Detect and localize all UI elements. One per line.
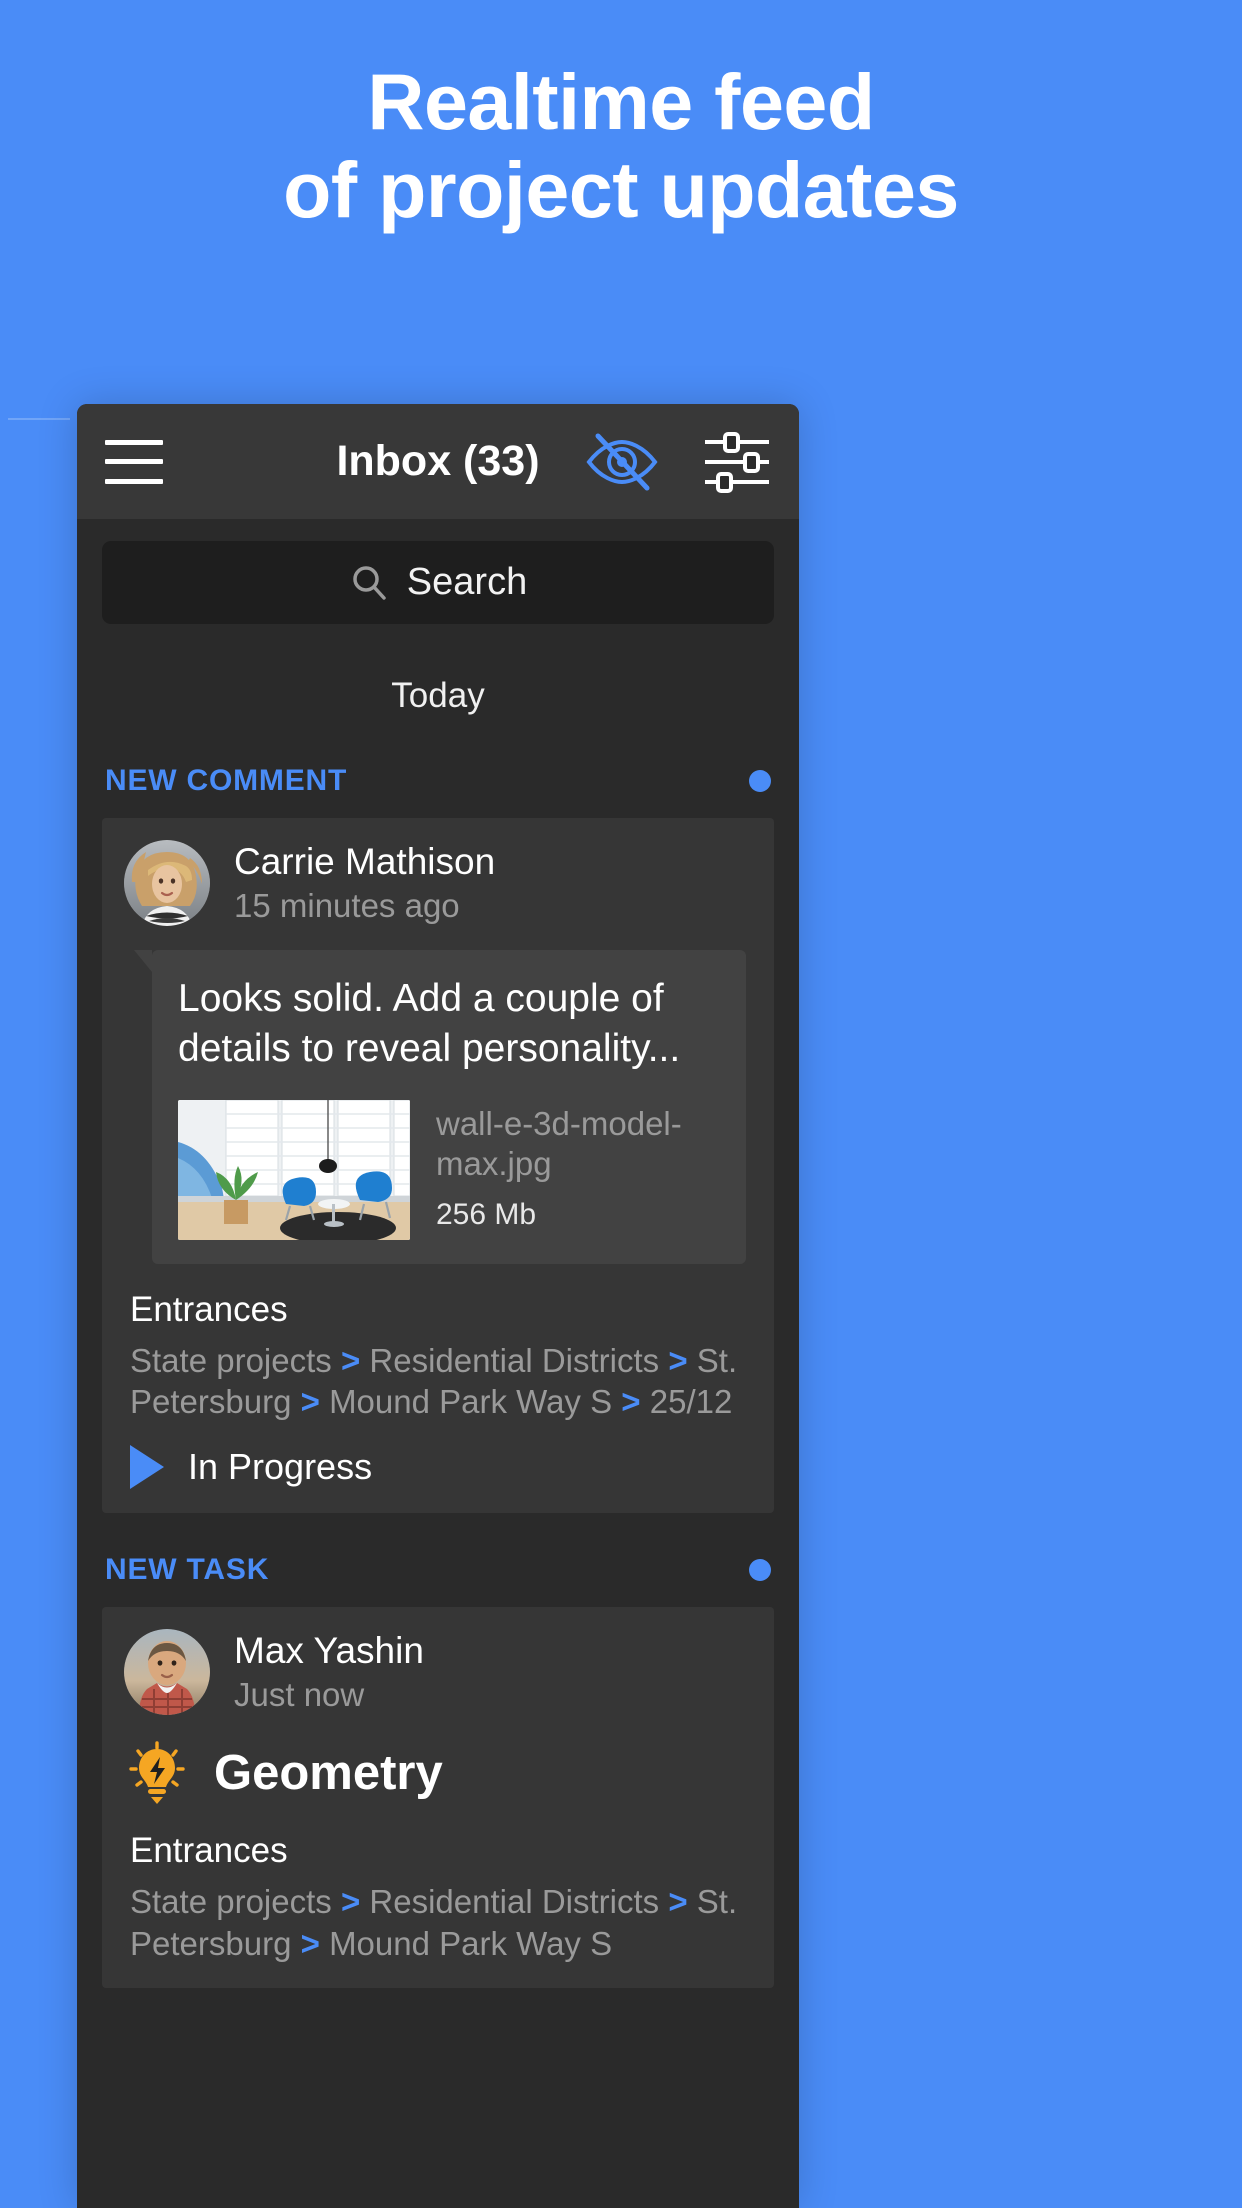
breadcrumb-separator-icon: >	[300, 1383, 320, 1421]
breadcrumb-item[interactable]: Mound Park Way S	[329, 1925, 612, 1962]
search-input[interactable]: Search	[102, 541, 774, 624]
section-header-new-comment: NEW COMMENT	[77, 752, 799, 818]
task-headline-text: Geometry	[214, 1745, 443, 1800]
lightbulb-idea-icon	[129, 1741, 185, 1804]
breadcrumb-item[interactable]: State projects	[130, 1883, 332, 1920]
breadcrumb-separator-icon: >	[668, 1341, 688, 1379]
breadcrumb[interactable]: State projects > Residential Districts >…	[130, 1881, 746, 1964]
task-headline: Geometry	[102, 1741, 774, 1805]
feed-item-user: Carrie Mathison 15 minutes ago	[102, 840, 774, 926]
unread-indicator-dot	[749, 1558, 771, 1581]
app-screenshot-frame: Inbox (33) Search Today NEW COMMENT Carr…	[77, 404, 799, 2208]
decorative-hairline	[8, 418, 70, 420]
feed-item-user: Max Yashin Just now	[102, 1628, 774, 1715]
promo-headline: Realtime feed of project updates	[0, 0, 1242, 235]
unread-indicator-dot	[749, 770, 771, 792]
eye-off-icon[interactable]	[585, 433, 659, 491]
user-name: Carrie Mathison	[234, 841, 496, 882]
avatar	[124, 840, 210, 926]
section-title: NEW TASK	[105, 1552, 270, 1586]
avatar	[124, 1628, 210, 1715]
breadcrumb-separator-icon: >	[621, 1383, 641, 1421]
search-icon	[353, 565, 386, 600]
status-row[interactable]: In Progress	[130, 1444, 746, 1489]
search-placeholder: Search	[406, 561, 528, 603]
section-title: NEW COMMENT	[105, 764, 348, 797]
attachment-thumbnail[interactable]	[178, 1099, 410, 1240]
breadcrumb-item[interactable]: Residential Districts	[369, 1342, 659, 1379]
attachment-info: wall-e-3d-model-max.jpg 256 Mb	[436, 1100, 720, 1240]
feed-item-new-comment[interactable]: Carrie Mathison 15 minutes ago Looks sol…	[102, 818, 774, 1513]
attachment[interactable]: wall-e-3d-model-max.jpg 256 Mb	[178, 1099, 720, 1240]
user-name: Max Yashin	[234, 1629, 424, 1671]
status-badge: In Progress	[188, 1445, 373, 1487]
promo-headline-line-1: Realtime feed	[367, 57, 875, 146]
comment-bubble: Looks solid. Add a couple of details to …	[134, 950, 746, 1264]
task-context: Entrances State projects > Residential D…	[102, 1290, 774, 1489]
sliders-filter-icon[interactable]	[703, 431, 771, 493]
attachment-filename: wall-e-3d-model-max.jpg	[436, 1104, 682, 1183]
play-triangle-icon	[130, 1444, 164, 1489]
timestamp: 15 minutes ago	[234, 887, 460, 924]
promo-headline-line-2: of project updates	[283, 145, 959, 235]
toolbar-actions	[585, 431, 771, 493]
breadcrumb[interactable]: State projects > Residential Districts >…	[130, 1340, 746, 1423]
breadcrumb-item[interactable]: Residential Districts	[369, 1883, 659, 1920]
app-toolbar: Inbox (33)	[77, 404, 799, 519]
task-name: Entrances	[130, 1289, 288, 1329]
comment-text: Looks solid. Add a couple of details to …	[178, 977, 681, 1070]
timestamp: Just now	[234, 1675, 365, 1713]
breadcrumb-separator-icon: >	[340, 1882, 361, 1920]
search-section: Search	[77, 519, 799, 624]
hamburger-menu-icon[interactable]	[105, 439, 163, 484]
breadcrumb-separator-icon: >	[340, 1341, 361, 1379]
user-meta: Carrie Mathison 15 minutes ago	[234, 841, 495, 925]
breadcrumb-separator-icon: >	[668, 1882, 688, 1920]
task-name: Entrances	[130, 1830, 288, 1870]
attachment-size: 256 Mb	[436, 1198, 537, 1232]
breadcrumb-item[interactable]: Mound Park Way S	[329, 1383, 612, 1420]
feed-item-new-task[interactable]: Max Yashin Just now Geometry Entrances S…	[102, 1606, 774, 1989]
section-header-new-task: NEW TASK	[77, 1540, 799, 1607]
breadcrumb-item[interactable]: State projects	[130, 1342, 332, 1379]
task-context: Entrances State projects > Residential D…	[102, 1831, 774, 1964]
breadcrumb-separator-icon: >	[300, 1924, 320, 1962]
day-divider: Today	[77, 624, 799, 752]
user-meta: Max Yashin Just now	[234, 1630, 424, 1714]
breadcrumb-item[interactable]: 25/12	[650, 1383, 733, 1420]
